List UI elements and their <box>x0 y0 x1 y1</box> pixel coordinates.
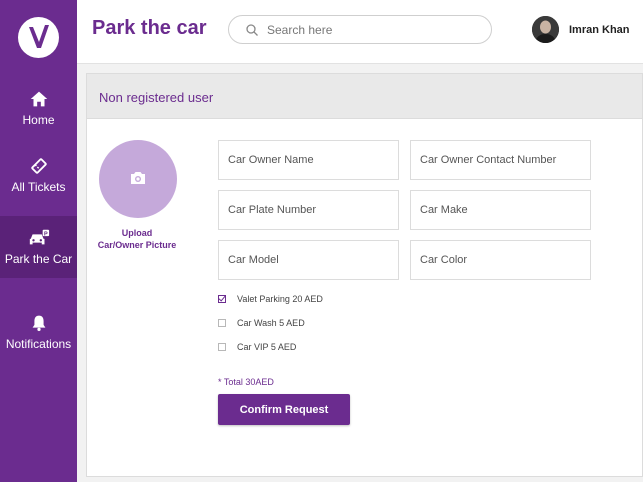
car-plate-number-input[interactable] <box>219 191 398 229</box>
sidebar: Home All Tickets P Park the Car Notifica… <box>0 0 77 482</box>
car-owner-name-input[interactable] <box>219 141 398 179</box>
sidebar-item-park-the-car[interactable]: P Park the Car <box>0 216 77 278</box>
upload-picture-button[interactable] <box>99 140 177 218</box>
confirm-request-button[interactable]: Confirm Request <box>218 394 350 425</box>
sidebar-item-label: All Tickets <box>11 180 66 194</box>
park-car-form-card: Non registered user Upload Car/Owner Pic… <box>86 73 643 477</box>
option-label: Valet Parking 20 AED <box>237 294 323 304</box>
car-model-field[interactable] <box>218 240 399 280</box>
home-icon <box>30 91 47 107</box>
car-make-field[interactable] <box>410 190 591 230</box>
car-plate-number-field[interactable] <box>218 190 399 230</box>
avatar[interactable] <box>532 16 559 43</box>
camera-icon <box>131 172 145 184</box>
section-title: Non registered user <box>99 90 214 105</box>
svg-text:P: P <box>44 231 48 237</box>
car-wash-checkbox[interactable] <box>218 319 226 327</box>
car-owner-contact-input[interactable] <box>411 141 590 179</box>
top-bar: Park the car Imran Khan <box>77 0 643 64</box>
total-amount: * Total 30AED <box>218 377 274 387</box>
upload-label-line1: Upload <box>121 228 153 238</box>
sidebar-item-label: Notifications <box>5 337 72 351</box>
section-header: Non registered user <box>87 74 642 119</box>
option-label: Car VIP 5 AED <box>237 342 297 352</box>
sidebar-item-label: Park the Car <box>4 252 73 266</box>
car-color-input[interactable] <box>411 241 590 279</box>
search-bar[interactable] <box>228 15 492 44</box>
app-logo[interactable] <box>18 17 59 58</box>
car-owner-name-field[interactable] <box>218 140 399 180</box>
upload-label: Upload Car/Owner Picture <box>87 227 187 251</box>
page-title: Park the car <box>92 17 207 39</box>
search-input[interactable] <box>267 20 477 40</box>
search-icon <box>246 24 258 36</box>
car-vip-checkbox[interactable] <box>218 343 226 351</box>
valet-parking-checkbox[interactable] <box>218 295 226 303</box>
car-model-input[interactable] <box>219 241 398 279</box>
car-make-input[interactable] <box>411 191 590 229</box>
car-owner-contact-field[interactable] <box>410 140 591 180</box>
car-icon: P <box>29 229 49 245</box>
ticket-icon <box>30 158 47 174</box>
upload-label-line2: Car/Owner Picture <box>97 240 177 250</box>
sidebar-item-label: Home <box>22 113 55 127</box>
sidebar-item-all-tickets[interactable]: All Tickets <box>0 155 77 199</box>
bell-icon <box>32 315 45 332</box>
car-color-field[interactable] <box>410 240 591 280</box>
sidebar-item-home[interactable]: Home <box>0 88 77 132</box>
sidebar-item-notifications[interactable]: Notifications <box>0 312 77 356</box>
user-name[interactable]: Imran Khan <box>569 24 630 36</box>
user-avatar-icon <box>532 16 559 43</box>
option-label: Car Wash 5 AED <box>237 318 305 328</box>
logo-v-icon <box>29 25 49 48</box>
